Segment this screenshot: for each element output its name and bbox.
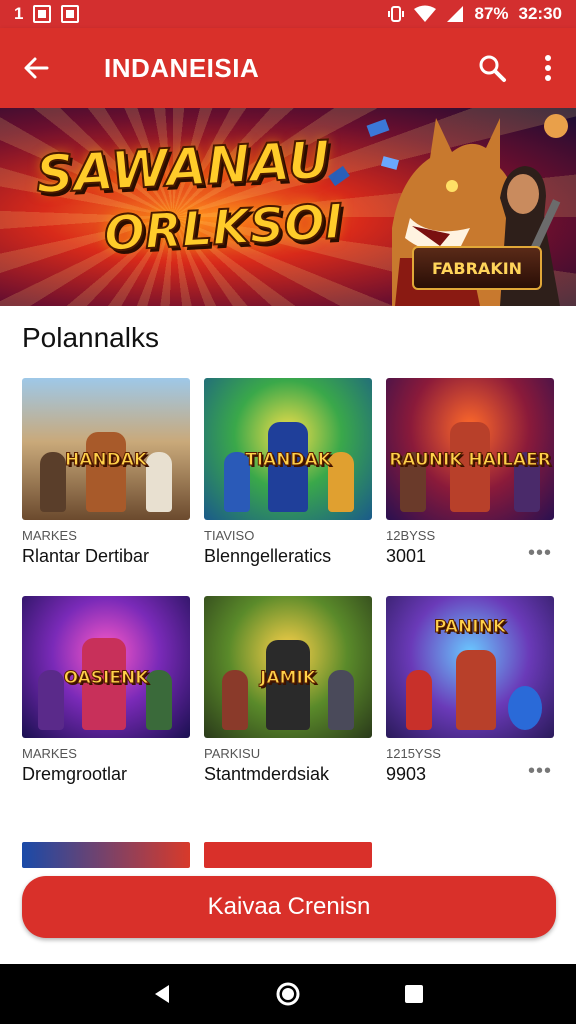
hero-title-line1: SAWANAU (34, 129, 333, 206)
game-logo: PANINK (433, 617, 507, 638)
back-nav-icon[interactable] (151, 983, 173, 1005)
game-meta: MARKES (22, 528, 77, 543)
game-logo: HANDAK (64, 450, 148, 471)
game-card[interactable]: PANINK 1215YSS 9903 ••• (386, 596, 554, 785)
next-row-thumbnail (204, 842, 372, 868)
hero-badge: FABRAKIN (412, 246, 542, 290)
game-name: Dremgrootlar (22, 764, 128, 784)
recents-nav-icon[interactable] (403, 983, 425, 1005)
game-thumbnail: PANINK (386, 596, 554, 738)
game-card[interactable]: HANDAK MARKES Rlantar Dertibar (22, 378, 190, 567)
overflow-menu-button[interactable] (520, 28, 576, 108)
arrow-back-icon (24, 57, 49, 79)
notification-icon (33, 5, 52, 23)
more-vert-icon (545, 55, 551, 81)
search-button[interactable] (464, 28, 520, 108)
cta-container: Kaivaa Crenisn (0, 868, 576, 964)
hero-title-line2: ORLKSOI (102, 193, 345, 263)
signal-icon (447, 6, 464, 22)
app-bar: INDANEISIA (0, 28, 576, 108)
game-meta: TIAVISO (204, 528, 255, 543)
game-thumbnail: TIANDAK (204, 378, 372, 520)
game-logo: OASIENK (63, 668, 149, 689)
home-nav-icon[interactable] (275, 981, 301, 1007)
game-thumbnail: JAMIK (204, 596, 372, 738)
more-options-button[interactable]: ••• (528, 542, 552, 565)
game-meta: 12BYSS (386, 528, 436, 543)
primary-action-button[interactable]: Kaivaa Crenisn (22, 876, 556, 938)
game-card[interactable]: OASIENK MARKES Dremgrootlar (22, 596, 190, 785)
wifi-icon (414, 5, 437, 22)
game-card[interactable]: JAMIK PARKISU Stantmderdsiak (204, 596, 372, 785)
status-number: 1 (14, 4, 24, 23)
game-name: Blenngelleratics (204, 546, 332, 566)
vibrate-icon (388, 6, 405, 22)
next-row-thumbnail (22, 842, 190, 868)
status-bar: 1 87% 32:30 (0, 0, 576, 28)
game-logo: RAUNIK HAILAER (389, 450, 552, 471)
back-button[interactable] (0, 28, 72, 108)
game-name: Rlantar Dertibar (22, 546, 150, 566)
game-meta: PARKISU (204, 746, 261, 761)
game-thumbnail: RAUNIK HAILAER (386, 378, 554, 520)
game-card[interactable]: RAUNIK HAILAER 12BYSS 3001 ••• (386, 378, 554, 567)
system-nav-bar (0, 964, 576, 1024)
game-meta: MARKES (22, 746, 77, 761)
image-notification-icon (61, 5, 80, 23)
status-time: 32:30 (518, 4, 562, 23)
game-card[interactable]: TIANDAK TIAVISO Blenngelleratics (204, 378, 372, 567)
more-options-button[interactable]: ••• (528, 760, 552, 783)
game-meta: 1215YSS (386, 746, 441, 761)
page-title: INDANEISIA (104, 52, 260, 83)
game-name: Stantmderdsiak (204, 764, 330, 784)
battery-percent: 87% (474, 4, 509, 23)
game-thumbnail: HANDAK (22, 378, 190, 520)
game-thumbnail: OASIENK (22, 596, 190, 738)
search-icon (479, 55, 506, 82)
game-logo: JAMIK (260, 668, 317, 689)
section-title: Polannalks (22, 322, 159, 353)
game-logo: TIANDAK (245, 450, 332, 471)
